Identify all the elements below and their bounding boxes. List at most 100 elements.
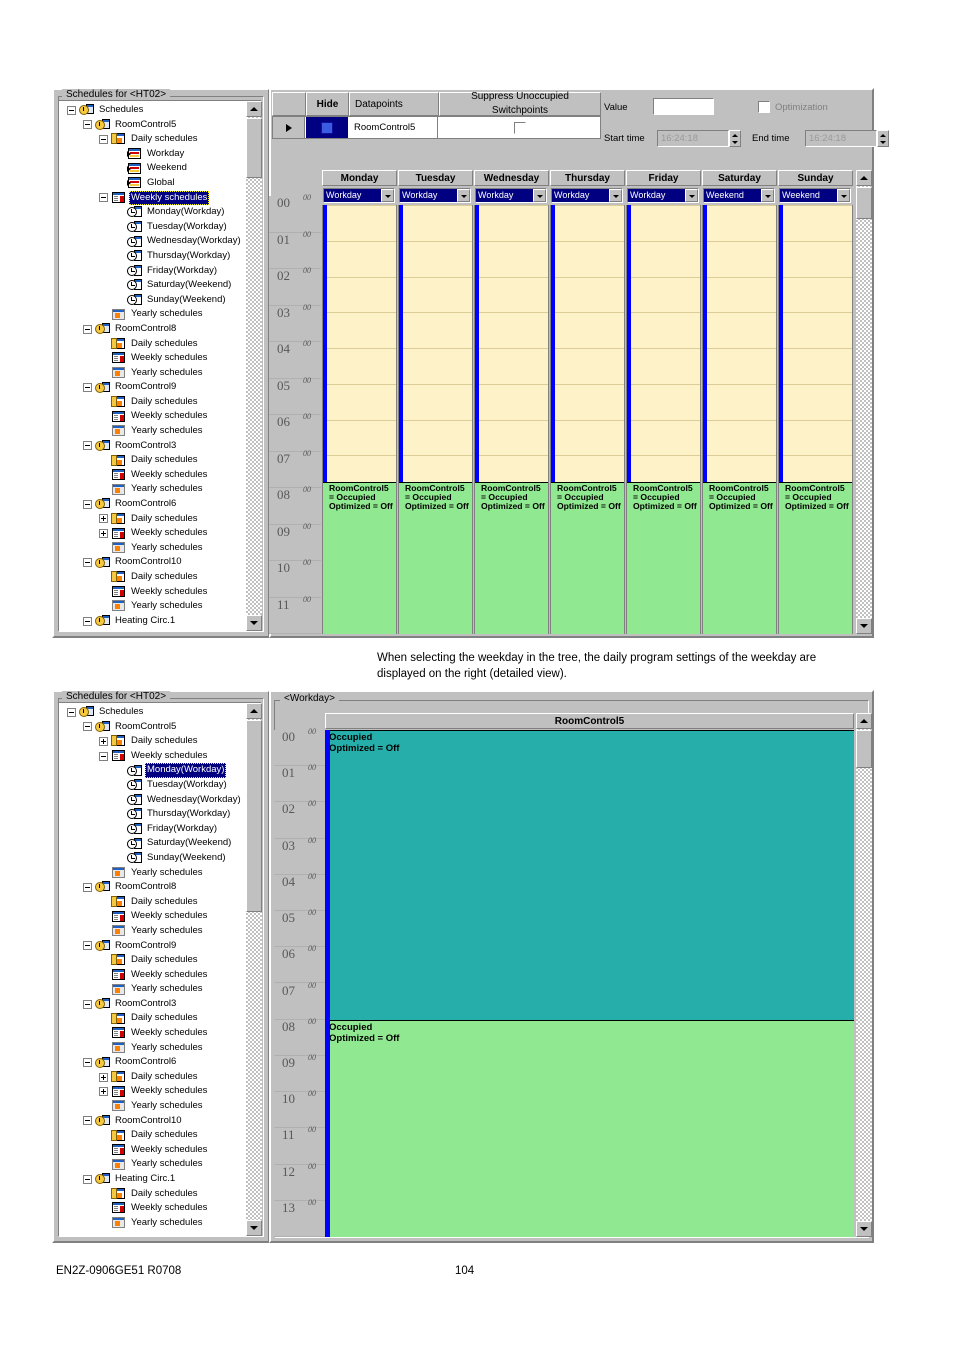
chevron-down-icon[interactable] — [381, 189, 394, 202]
tree-item[interactable]: Yearly schedules — [61, 424, 261, 439]
tree-item[interactable]: Daily schedules — [61, 132, 261, 147]
day-column-sunday[interactable]: RoomControl5 = Occupied Optimized = Off — [778, 205, 853, 634]
tree-item[interactable]: RoomControl3 — [61, 997, 261, 1012]
tree-collapse-toggle[interactable] — [83, 441, 92, 451]
tree-item[interactable]: Daily schedules — [61, 512, 261, 527]
spin-down-icon[interactable] — [730, 139, 740, 147]
tree-item[interactable]: Heating Circ.1 — [61, 614, 261, 629]
tree-collapse-toggle[interactable] — [83, 120, 92, 130]
tree-item[interactable]: Weekly schedules — [61, 1084, 261, 1099]
tree-item[interactable]: Saturday(Weekend) — [61, 836, 261, 851]
bottom-schedule-tree[interactable]: Schedules RoomControl5 Daily schedules Week… — [58, 702, 262, 1237]
scroll-up-button[interactable] — [856, 713, 872, 729]
tree-item[interactable]: Yearly schedules — [61, 307, 261, 322]
value-input[interactable] — [653, 98, 714, 115]
weekday-header-saturday[interactable]: Saturday — [702, 170, 777, 186]
detail-column-header[interactable]: RoomControl5 — [325, 713, 854, 729]
tree-item[interactable]: Weekend — [61, 161, 261, 176]
tree-item[interactable]: Weekly schedules — [61, 526, 261, 541]
scrollbar-thumb[interactable] — [856, 730, 872, 768]
tree-item[interactable]: Daily schedules — [61, 1070, 261, 1085]
scroll-up-button[interactable] — [856, 170, 872, 186]
chevron-down-icon[interactable] — [761, 189, 774, 202]
scroll-down-button[interactable] — [856, 618, 872, 634]
hide-checkbox[interactable] — [321, 121, 333, 134]
tree-expand-toggle[interactable] — [99, 1087, 108, 1097]
tree-item[interactable]: RoomControl10 — [61, 1114, 261, 1129]
tree-item[interactable]: Daily schedules — [61, 453, 261, 468]
tree-item[interactable]: RoomControl9 — [61, 380, 261, 395]
tree-item[interactable]: Daily schedules — [61, 1128, 261, 1143]
chevron-down-icon[interactable] — [533, 189, 546, 202]
tree-collapse-toggle[interactable] — [83, 882, 92, 892]
tree-item[interactable]: RoomControl6 — [61, 497, 261, 512]
occupied-block[interactable]: RoomControl5 = Occupied Optimized = Off — [399, 482, 472, 634]
tree-collapse-toggle[interactable] — [67, 707, 76, 717]
tree-item[interactable]: Monday(Workday) — [61, 763, 261, 778]
tree-item[interactable]: Tuesday(Workday) — [61, 220, 261, 235]
scroll-down-button[interactable] — [856, 1221, 872, 1237]
bottom-tree-scrollbar[interactable] — [246, 703, 262, 1236]
occupied-block[interactable]: RoomControl5 = Occupied Optimized = Off — [323, 482, 396, 634]
optimization-checkbox[interactable] — [758, 101, 770, 113]
weekday-header-sunday[interactable]: Sunday — [778, 170, 853, 186]
tree-item[interactable]: Weekly schedules — [61, 909, 261, 924]
tree-item[interactable]: Yearly schedules — [61, 599, 261, 614]
suppress-cell[interactable] — [439, 117, 600, 138]
col-header-suppress[interactable]: Suppress Unoccupied Switchpoints — [439, 91, 601, 116]
tree-item[interactable]: Wednesday(Workday) — [61, 793, 261, 808]
chevron-down-icon[interactable] — [609, 189, 622, 202]
day-program-combo-tuesday[interactable]: Workday — [399, 188, 471, 203]
tree-item[interactable]: RoomControl3 — [61, 439, 261, 454]
col-header-hide[interactable]: Hide — [306, 92, 349, 116]
daily-program-detail[interactable]: Occupied Optimized = Off Occupied Optimiz… — [325, 730, 854, 1237]
tree-item[interactable]: Yearly schedules — [61, 541, 261, 556]
tree-item[interactable]: Weekly schedules — [61, 1143, 261, 1158]
tree-item[interactable]: Yearly schedules — [61, 1157, 261, 1172]
tree-item[interactable]: Friday(Workday) — [61, 822, 261, 837]
tree-item[interactable]: Thursday(Workday) — [61, 807, 261, 822]
scrollbar-thumb[interactable] — [856, 187, 872, 219]
weekday-program-selectors[interactable]: Workday Workday Workday Workday Workday Weeke… — [322, 188, 854, 204]
tree-collapse-toggle[interactable] — [83, 1174, 92, 1184]
tree-item[interactable]: Global — [61, 176, 261, 191]
top-schedule-tree[interactable]: Schedules RoomControl5 Daily schedules Work… — [58, 100, 262, 632]
spin-up-icon[interactable] — [878, 131, 888, 139]
tree-item[interactable]: Tuesday(Workday) — [61, 778, 261, 793]
occupied-block[interactable]: RoomControl5 = Occupied Optimized = Off — [779, 482, 852, 634]
col-header-datapoints[interactable]: Datapoints — [349, 92, 439, 116]
tree-item[interactable]: Weekly schedules — [61, 468, 261, 483]
tree-item[interactable]: Daily schedules — [61, 570, 261, 585]
tree-item[interactable]: Yearly schedules — [61, 366, 261, 381]
optimization-group[interactable]: Optimization — [758, 101, 828, 113]
weekday-header-wednesday[interactable]: Wednesday — [474, 170, 549, 186]
suppress-unoccupied-checkbox[interactable] — [513, 121, 526, 134]
tree-item[interactable]: Yearly schedules — [61, 866, 261, 881]
tree-collapse-toggle[interactable] — [99, 751, 108, 761]
tree-item[interactable]: Heating Circ.1 — [61, 1172, 261, 1187]
weekday-header-tuesday[interactable]: Tuesday — [398, 170, 473, 186]
tree-item[interactable]: Workday — [61, 147, 261, 162]
scroll-down-button[interactable] — [246, 615, 262, 631]
tree-item[interactable]: Yearly schedules — [61, 982, 261, 997]
end-time-input[interactable]: 16:24:18 — [805, 130, 877, 147]
tree-item[interactable]: Weekly schedules — [61, 1026, 261, 1041]
scroll-up-button[interactable] — [246, 703, 262, 719]
spin-down-icon[interactable] — [878, 139, 888, 147]
tree-item[interactable]: RoomControl5 — [61, 720, 261, 735]
tree-item[interactable]: Weekly schedules — [61, 749, 261, 764]
tree-item[interactable]: Sunday(Weekend) — [61, 851, 261, 866]
schedule-segment[interactable]: Occupied Optimized = Off — [325, 730, 854, 1020]
tree-item[interactable]: Friday(Workday) — [61, 264, 261, 279]
start-time-spin-buttons[interactable] — [729, 130, 741, 147]
occupied-block[interactable]: RoomControl5 = Occupied Optimized = Off — [627, 482, 700, 634]
tree-collapse-toggle[interactable] — [67, 105, 76, 115]
end-time-spin-buttons[interactable] — [877, 130, 889, 147]
tree-collapse-toggle[interactable] — [83, 722, 92, 732]
day-program-combo-sunday[interactable]: Weekend — [779, 188, 851, 203]
toolbar-data-row[interactable]: RoomControl5 — [272, 116, 601, 139]
tree-item[interactable]: Weekly schedules — [61, 585, 261, 600]
tree-item[interactable]: Schedules — [61, 705, 261, 720]
tree-item[interactable]: Daily schedules — [61, 953, 261, 968]
tree-item[interactable]: Monday(Workday) — [61, 205, 261, 220]
